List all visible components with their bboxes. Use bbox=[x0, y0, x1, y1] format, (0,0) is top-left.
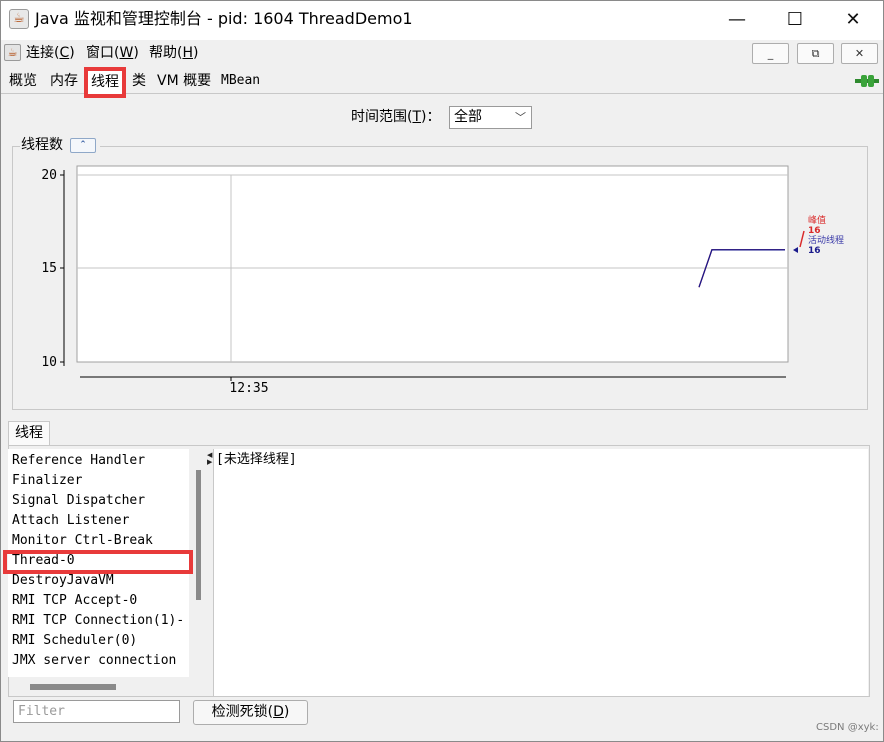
detect-deadlock-button[interactable]: 检测死锁(D) bbox=[193, 700, 308, 725]
selected-thread-highlight bbox=[3, 550, 193, 574]
list-item[interactable]: DestroyJavaVM bbox=[12, 571, 114, 591]
filter-input[interactable]: Filter bbox=[13, 700, 180, 723]
list-item[interactable]: RMI TCP Connection(1)- bbox=[12, 611, 184, 631]
active-marker bbox=[793, 247, 798, 253]
thread-detail-text: [未选择线程] bbox=[216, 452, 297, 467]
thread-detail-pane bbox=[213, 449, 868, 696]
plot-area bbox=[76, 165, 789, 363]
list-item[interactable]: Finalizer bbox=[12, 471, 82, 491]
legend-active-value: 16 bbox=[808, 246, 821, 256]
list-item[interactable]: JMX server connection bbox=[12, 651, 176, 671]
x-tick-label: 12:35 bbox=[229, 381, 268, 396]
legend-peak-value: 16 bbox=[808, 226, 821, 236]
y-tick-label: 15 bbox=[41, 261, 57, 276]
list-item[interactable]: RMI Scheduler(0) bbox=[12, 631, 137, 651]
legend-peak-label: 峰值 bbox=[808, 214, 826, 226]
y-tick-label: 10 bbox=[41, 355, 57, 370]
y-tick-label: 20 bbox=[41, 168, 57, 183]
list-item[interactable]: RMI TCP Accept-0 bbox=[12, 591, 137, 611]
list-item[interactable]: Signal Dispatcher bbox=[12, 491, 145, 511]
split-arrows-icon[interactable]: ◀ ▶ bbox=[207, 452, 212, 466]
tab-threads-panel[interactable]: 线程 bbox=[8, 421, 50, 446]
split-pane-divider[interactable] bbox=[206, 449, 213, 697]
watermark: CSDN @xyk: bbox=[816, 722, 879, 733]
list-item[interactable]: Attach Listener bbox=[12, 511, 129, 531]
vertical-scrollbar[interactable] bbox=[196, 470, 201, 600]
list-item[interactable]: Reference Handler bbox=[12, 451, 145, 471]
legend-active-label: 活动线程 bbox=[808, 234, 844, 246]
horizontal-scrollbar[interactable] bbox=[30, 684, 116, 690]
list-item[interactable]: Monitor Ctrl-Break bbox=[12, 531, 153, 551]
peak-marker bbox=[799, 230, 805, 248]
